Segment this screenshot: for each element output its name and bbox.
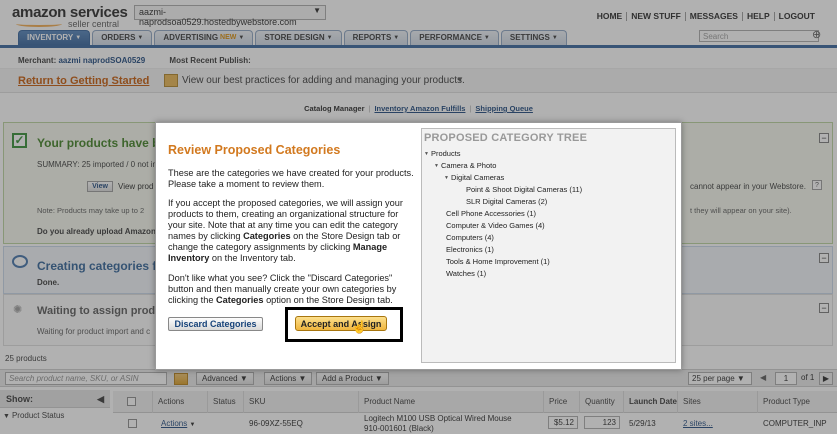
tree-item[interactable]: Computer & Video Games (4) [422,220,677,232]
category-tree-list: ▼ Products ▼ Camera & Photo ▼ Digital Cameras… [422,148,677,280]
hand-cursor-icon: ☝ [352,320,367,334]
tree-item[interactable]: Tools & Home Improvement (1) [422,256,677,268]
tree-item[interactable]: ▼ Products [422,148,677,160]
tree-expand-icon[interactable]: ▼ [434,163,439,169]
tree-item-label: Digital Cameras [450,173,505,182]
tree-item[interactable]: SLR Digital Cameras (2) [422,196,677,208]
tree-expand-icon[interactable]: ▼ [424,151,429,157]
tree-item[interactable]: Cell Phone Accessories (1) [422,208,677,220]
tree-item-label: SLR Digital Cameras (2) [466,197,548,206]
tree-item-label: Computers (4) [446,233,494,242]
bold-text: Categories [243,231,291,241]
tree-item[interactable]: Electronics (1) [422,244,677,256]
dialog-accept-explanation: If you accept the proposed categories, w… [168,198,414,264]
review-categories-dialog: Review Proposed Categories These are the… [155,122,682,370]
tree-expand-icon[interactable]: ▼ [444,175,449,181]
bold-text: Categories [216,295,264,305]
accept-and-assign-button[interactable]: Accept and Assign [295,316,387,331]
tree-item[interactable]: ▼ Digital Cameras [422,172,677,184]
tree-item-label: Point & Shoot Digital Cameras (11) [466,185,583,194]
tree-item-label: Cell Phone Accessories (1) [446,209,537,218]
tree-item-label: Tools & Home Improvement (1) [446,257,550,266]
dialog-title: Review Proposed Categories [168,143,341,157]
dialog-discard-explanation: Don't like what you see? Click the "Disc… [168,273,414,306]
tree-item[interactable]: Computers (4) [422,232,677,244]
discard-categories-button[interactable]: Discard Categories [168,317,263,331]
dialog-intro-text: These are the categories we have created… [168,168,414,189]
tree-item-label: Computer & Video Games (4) [446,221,545,230]
tree-item-label: Products [430,149,461,158]
tree-item-label: Watches (1) [446,269,487,278]
tree-item-label: Electronics (1) [446,245,494,254]
tree-item[interactable]: ▼ Camera & Photo [422,160,677,172]
tree-item[interactable]: Point & Shoot Digital Cameras (11) [422,184,677,196]
tree-item-label: Camera & Photo [440,161,497,170]
tree-item[interactable]: Watches (1) [422,268,677,280]
proposed-category-tree: PROPOSED CATEGORY TREE ▼ Products ▼ Camera … [421,128,676,363]
text: on the Inventory tab. [209,253,296,263]
text: option on the Store Design tab. [263,295,393,305]
tree-title: PROPOSED CATEGORY TREE [424,132,588,144]
